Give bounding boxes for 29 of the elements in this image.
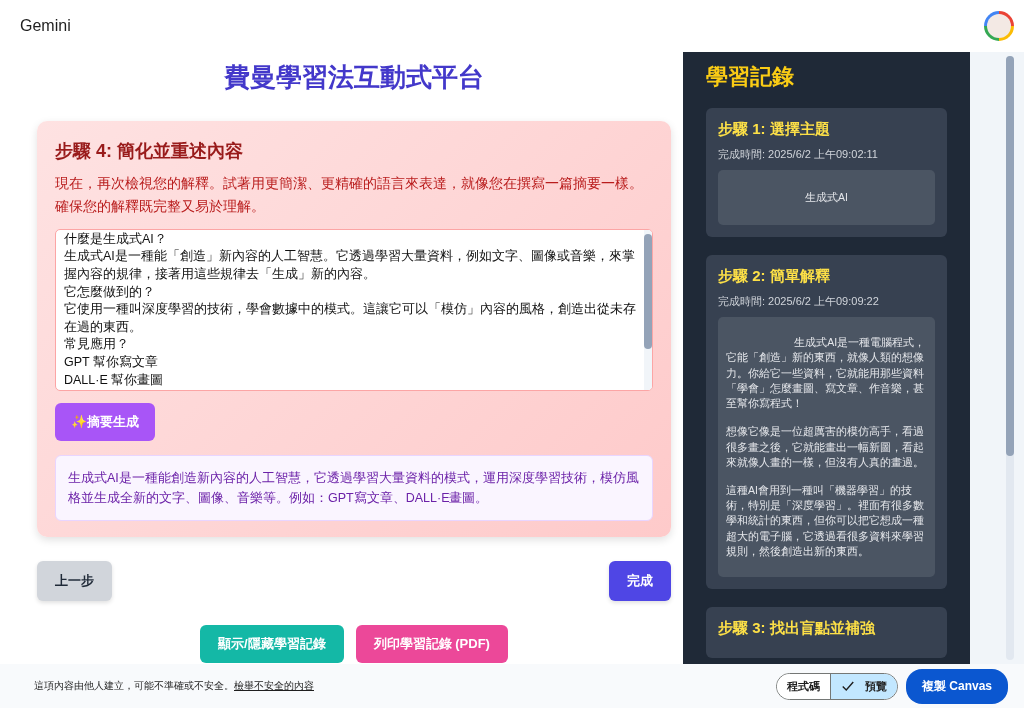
step-instruction: 現在，再次檢視您的解釋。試著用更簡潔、更精確的語言來表達，就像您在撰寫一篇摘要一樣。確保您的解釋既完整又易於理解。 (55, 175, 644, 216)
answer-field[interactable]: 什麼是生成式AI？ 生成式AI是一種能「創造」新內容的人工智慧。它透過學習大量資料，例如文字、圖像或音樂，來掌握內容的規律，接著用這些規律去「生成」新的內容。 它怎麼做到的？ 它使用一種叫深度學習的技術，學會數據中的模式。這讓它可以「模仿」內容的風格，創造出從未存在過的東西。 常見應用？ GPT 幫你寫文章 DALL·E 幫你畫圖 (55, 228, 653, 391)
generate-summary-button[interactable]: ✨摘要生成 (55, 402, 155, 441)
copy-canvas-button[interactable]: 複製 Canvas (905, 668, 1008, 704)
log-entry-title: 步驟 2: 簡單解釋 (718, 267, 831, 287)
report-link[interactable]: 檢舉不安全的內容 (234, 679, 776, 693)
log-entry-text: 想像它像是一位超厲害的模仿高手，看過很多畫之後，它就能畫出一幅新圖，看起來就像人畫的一樣，但沒有人真的畫過。 (726, 424, 925, 470)
view-toggle-option[interactable]: 程式碼 (776, 673, 830, 699)
log-entry-text: 生成式AI是一種電腦程式，它能「創造」新的東西，就像人類的想像力。你給它一些資料，它就能用那些資料「學會」怎麼畫圖、寫文章、作音樂，甚至幫你寫程式！ (726, 335, 927, 412)
previous-button[interactable]: 上一步 (37, 560, 112, 601)
log-entry-title: 步驟 1: 選擇主題 (718, 120, 831, 139)
completion-time: 完成時間: 2025/6/2 上午09:02:11 (718, 147, 879, 162)
avatar[interactable] (984, 11, 1014, 41)
app-name: Gemini (20, 17, 71, 35)
scrollbar[interactable] (644, 229, 652, 390)
disclaimer-text: 這項內容由他人建立，可能不準確或不安全。 (34, 679, 234, 693)
log-entry-text: 這種AI會用到一種叫「機器學習」的技術，特別是「深度學習」。裡面有很多數學和統計的東西，但你可以把它想成一種超大的電子腦，它透過看很多資料來學習規則，然後創造出新的東西。 (726, 482, 925, 559)
check-icon (840, 679, 855, 693)
log-entry-text: 生成式AI (804, 190, 849, 205)
log-title: 學習記錄 (706, 63, 795, 91)
summary-box: 生成式AI是一種能創造新內容的人工智慧，它透過學習大量資料的模式，運用深度學習技術，模仿風格並生成全新的文字、圖像、音樂等。例如：GPT寫文章、DALL·E畫圖。 (55, 454, 653, 521)
completion-time: 完成時間: 2025/6/2 上午09:09:22 (718, 294, 880, 310)
print-log-button[interactable]: 列印學習記錄 (PDF) (355, 624, 508, 663)
scrollbar[interactable] (1006, 56, 1014, 660)
step-title: 步驟 4: 簡化並重述內容 (55, 140, 244, 163)
view-toggle-option[interactable]: 預覽 (829, 673, 897, 699)
log-entry-title: 步驟 3: 找出盲點並補強 (718, 619, 876, 639)
finish-button[interactable]: 完成 (609, 560, 671, 601)
page-title: 費曼學習法互動式平台 (223, 61, 485, 94)
